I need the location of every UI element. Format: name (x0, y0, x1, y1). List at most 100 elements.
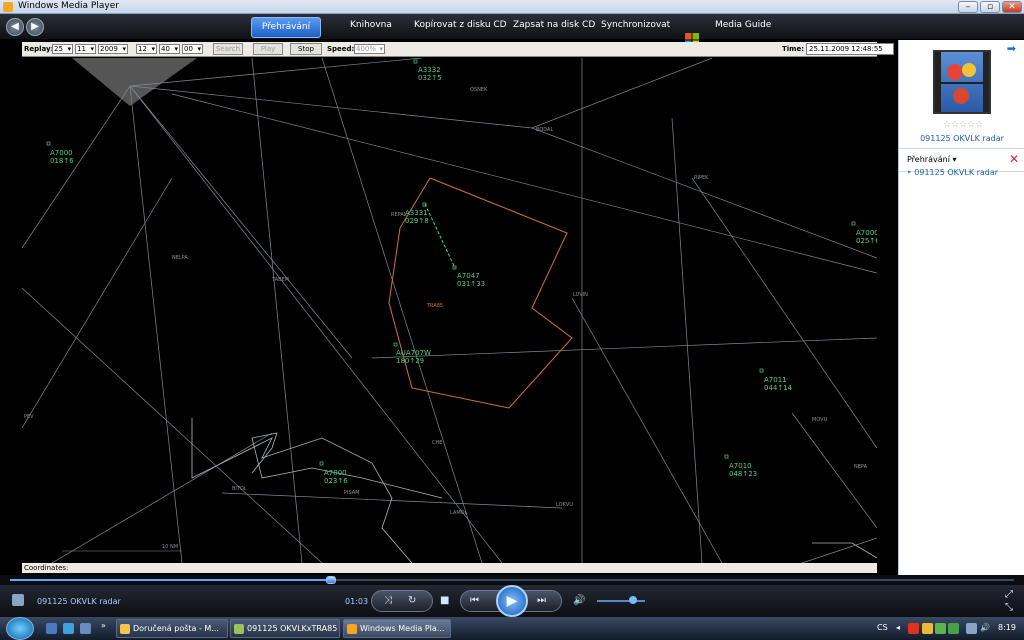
album-art-thumbnail[interactable] (933, 50, 991, 114)
waypoint-label: CHE (432, 440, 442, 446)
previous-button[interactable]: ⏮ (470, 595, 479, 606)
waypoint-label: BITOL (232, 486, 247, 492)
hour-select[interactable]: 12 (136, 44, 157, 54)
tab-zapsat[interactable]: Zapsat na disk CD (513, 20, 595, 30)
waypoint-label: TABEM (271, 277, 289, 283)
aircraft-altitude: 032↑5 (418, 74, 442, 82)
expand-arrow-icon[interactable]: ➡ (1007, 42, 1016, 55)
seek-progress (10, 579, 332, 581)
aircraft-code: A7011 (764, 376, 787, 384)
switch-to-compact-icon[interactable]: ⤢ (1005, 589, 1013, 600)
close-button[interactable]: ✕ (1002, 1, 1022, 13)
aircraft-target[interactable]: A3331 029↑8 (405, 202, 429, 225)
day-select[interactable]: 25 (52, 44, 73, 54)
tab-media-guide[interactable]: Media Guide (715, 20, 771, 30)
clock[interactable]: 8:19 (998, 623, 1016, 632)
tab-knihovna[interactable]: Knihovna (350, 20, 392, 30)
sector-label: TRA85 (426, 303, 443, 309)
volume-slider[interactable] (597, 600, 645, 602)
radar-map: OSNEK BODAL RIPEK NELPA TABEM LUVIN REPA… (22, 58, 877, 563)
aircraft-target[interactable]: A7000 023↑6 (319, 461, 348, 485)
aircraft-target[interactable]: A7000 025↑6 (851, 221, 877, 245)
list-pane: ➡ ☆☆☆☆☆ 091125 OKVLK radar Přehrávání ▾ … (898, 40, 1024, 575)
aircraft-target[interactable]: AUA707W 180↑29 (393, 342, 431, 365)
play-replay-button[interactable]: Play (253, 43, 283, 55)
year-select[interactable]: 2009 (98, 44, 128, 54)
playlist-menu[interactable]: Přehrávání ▾ (907, 155, 956, 164)
taskbar-item-radar[interactable]: 091125 OKVLKxTRA85 (230, 619, 340, 638)
waypoint-label: BODAL (536, 127, 553, 133)
scale-label: 10 NM (162, 544, 178, 550)
aircraft-target[interactable]: A7011 044↑14 (759, 368, 793, 392)
playlist-item[interactable]: ‣ 091125 OKVLK radar (907, 168, 998, 177)
aircraft-code: A7000 (50, 149, 73, 157)
player-controls: 091125 OKVLK radar 01:03 ⤨ ↻ ■ ⏮ ▶ ⏭ 🔊 ⤢… (0, 585, 1024, 617)
full-screen-icon[interactable]: ⤡ (1005, 602, 1013, 613)
taskbar: » Doručená pošta - M... 091125 OKVLKxTRA… (0, 617, 1024, 640)
aircraft-altitude: 029↑8 (405, 217, 429, 225)
stop-replay-button[interactable]: Stop (290, 43, 322, 55)
aircraft-target[interactable]: A7010 048↑23 (724, 454, 757, 478)
tray-app-icon[interactable] (908, 623, 919, 634)
aircraft-code: A7010 (729, 462, 752, 470)
left-margin (0, 40, 22, 575)
aircraft-altitude: 031↑33 (457, 280, 485, 288)
shuffle-icon[interactable]: ⤨ (384, 595, 392, 606)
clear-list-icon[interactable]: ✕ (1009, 152, 1019, 166)
rating-stars[interactable]: ☆☆☆☆☆ (943, 120, 983, 130)
speed-select[interactable]: 400% (354, 44, 385, 54)
title-bar: Windows Media Player – ▫ ✕ (0, 0, 1024, 14)
coverage-wedge (72, 58, 197, 106)
back-button[interactable]: ◀ (6, 18, 24, 36)
volume-tray-icon[interactable]: 🔊 (980, 623, 990, 632)
language-indicator[interactable]: CS (877, 623, 888, 632)
stop-button[interactable]: ■ (440, 595, 449, 606)
waypoint-label: PISAM (344, 490, 360, 496)
now-playing-icon[interactable] (12, 594, 24, 606)
tray-app-icon[interactable] (922, 623, 933, 634)
second-select[interactable]: 00 (182, 44, 203, 54)
aircraft-target[interactable]: A3332 032↑5 (413, 59, 442, 82)
replay-control-bar: Replay: 25 11 2009 12 40 00 Search Play … (22, 42, 894, 57)
volume-icon[interactable]: 🔊 (573, 595, 585, 606)
waypoint-label: RIPEK (694, 175, 709, 181)
internet-explorer-icon[interactable] (63, 623, 74, 634)
tray-expand-icon[interactable]: ◂ (896, 623, 900, 632)
minimize-button[interactable]: – (958, 1, 978, 13)
network-icon[interactable] (966, 623, 977, 634)
seek-handle[interactable] (326, 576, 337, 584)
time-label: Time: (782, 45, 805, 53)
next-button[interactable]: ⏭ (537, 595, 546, 606)
forward-button[interactable]: ▶ (26, 18, 44, 36)
show-desktop-icon[interactable] (46, 623, 57, 634)
repeat-icon[interactable]: ↻ (408, 595, 416, 606)
tray-app-icon[interactable] (935, 623, 946, 634)
elapsed-time: 01:03 (345, 597, 369, 606)
play-button[interactable]: ▶ (496, 585, 528, 617)
tab-kopirovat[interactable]: Kopírovat z disku CD (414, 20, 507, 30)
aircraft-target[interactable]: A7047 031↑33 (452, 265, 485, 288)
aircraft-code: A7000 (324, 469, 347, 477)
aircraft-code: A3332 (418, 66, 441, 74)
aircraft-target[interactable]: A7000 018↑6 (46, 141, 74, 165)
search-button[interactable]: Search (213, 43, 243, 55)
month-select[interactable]: 11 (75, 44, 96, 54)
taskbar-item-mail[interactable]: Doručená pošta - M... (116, 619, 228, 638)
tab-prehravani[interactable]: Přehrávání (251, 17, 321, 38)
taskbar-item-media-player[interactable]: Windows Media Pla... (343, 619, 451, 638)
tab-synchronizovat[interactable]: Synchronizovat (601, 20, 670, 30)
volume-handle[interactable] (629, 596, 637, 604)
radar-display[interactable]: OSNEK BODAL RIPEK NELPA TABEM LUVIN REPA… (22, 58, 877, 563)
waypoint-label: LUVIN (573, 292, 588, 298)
media-title: 091125 OKVLK radar (920, 134, 1004, 143)
media-player-icon (347, 624, 357, 634)
navigation-bar: ◀ ▶ Přehrávání Knihovna Kopírovat z disk… (0, 14, 1024, 47)
switch-windows-icon[interactable] (80, 623, 91, 634)
more-icon[interactable]: » (101, 621, 106, 630)
maximize-button[interactable]: ▫ (980, 1, 1000, 13)
minute-select[interactable]: 40 (159, 44, 180, 54)
start-button[interactable] (6, 617, 34, 640)
tray-app-icon[interactable] (948, 623, 959, 634)
aircraft-altitude: 025↑6 (856, 237, 877, 245)
seek-bar[interactable] (0, 575, 1024, 585)
